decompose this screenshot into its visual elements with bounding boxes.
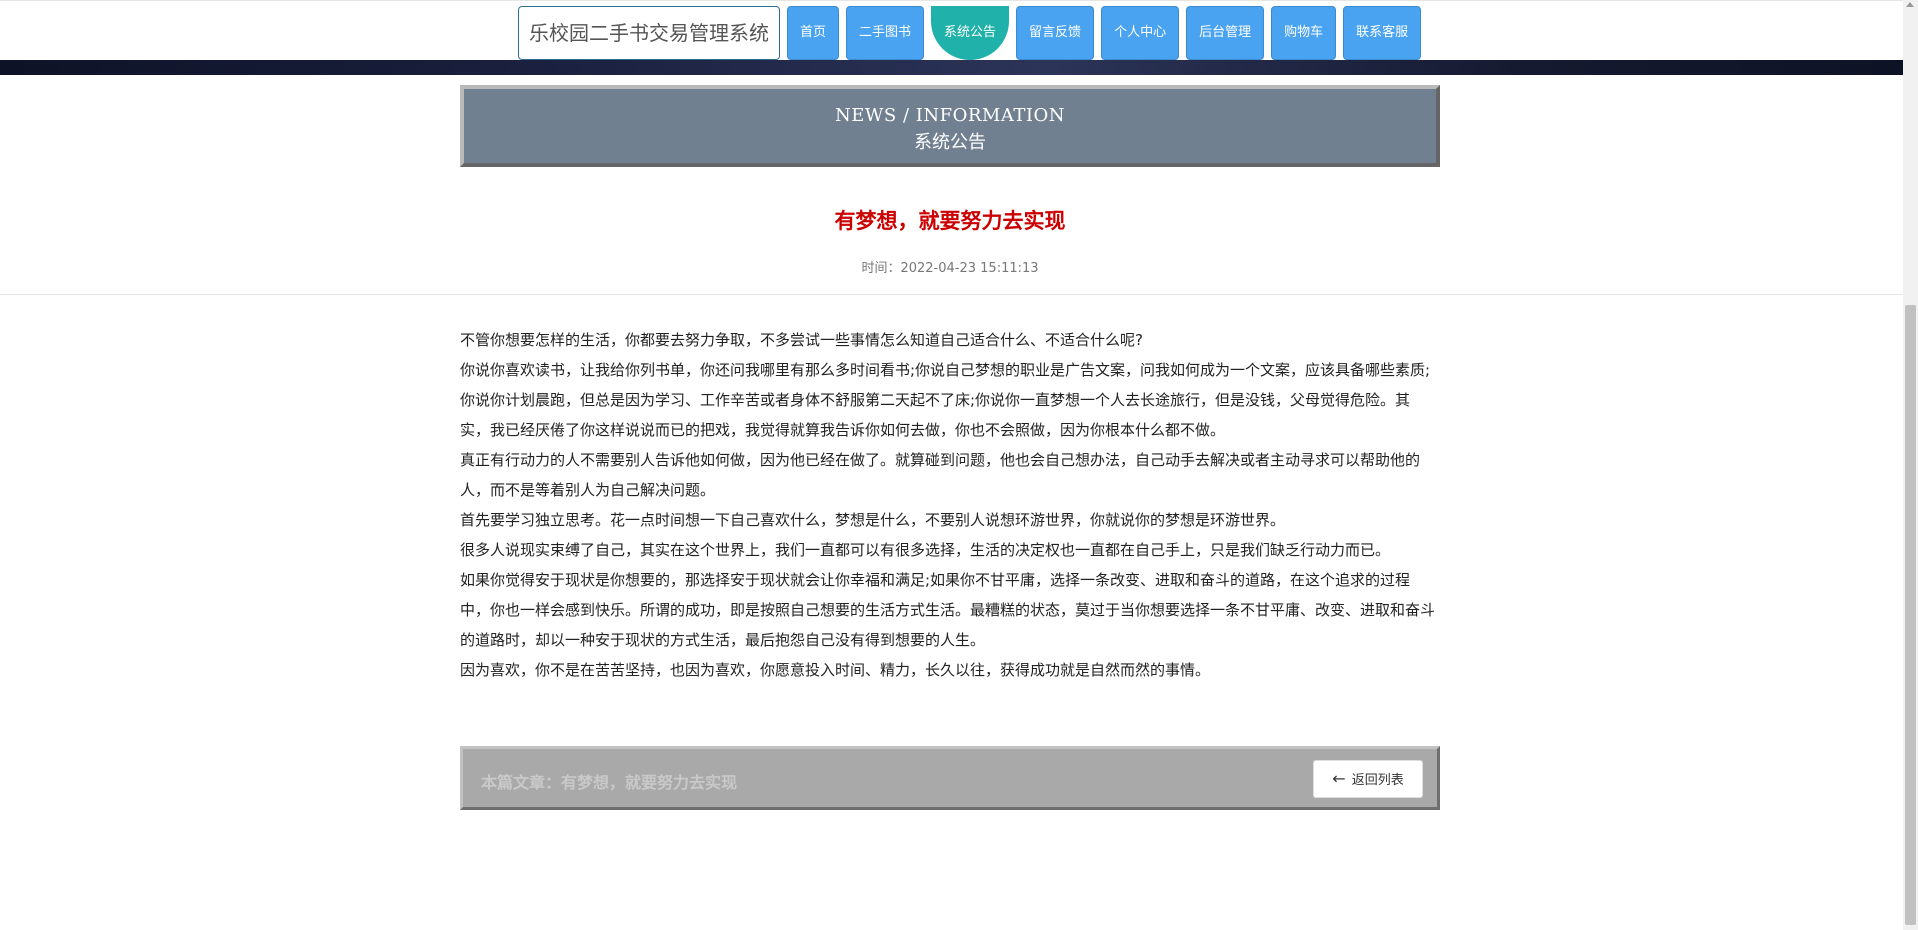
site-brand[interactable]: 乐校园二手书交易管理系统 bbox=[518, 6, 780, 60]
nav-profile[interactable]: 个人中心 bbox=[1101, 6, 1180, 60]
article-paragraph: 很多人说现实束缚了自己，其实在这个世界上，我们一直都可以有很多选择，生活的决定权… bbox=[460, 541, 1391, 559]
top-navbar: 乐校园二手书交易管理系统 首页 二手图书 系统公告 留言反馈 个人中心 后台管理… bbox=[0, 0, 1903, 60]
section-banner: NEWS / INFORMATION 系统公告 bbox=[460, 85, 1440, 167]
nav-cart[interactable]: 购物车 bbox=[1271, 6, 1337, 60]
main-nav: 首页 二手图书 系统公告 留言反馈 个人中心 后台管理 购物车 联系客服 bbox=[787, 6, 1422, 60]
hero-image-strip bbox=[0, 60, 1903, 75]
banner-title-zh: 系统公告 bbox=[914, 132, 986, 153]
scroll-up-arrow-icon[interactable] bbox=[1906, 2, 1914, 7]
back-to-list-label: 返回列表 bbox=[1351, 773, 1404, 788]
nav-home[interactable]: 首页 bbox=[787, 6, 840, 60]
scrollbar-thumb[interactable] bbox=[1905, 305, 1916, 925]
article-paragraph: 不管你想要怎样的生活，你都要去努力争取，不多尝试一些事情怎么知道自己适合什么、不… bbox=[460, 331, 1143, 349]
arrow-left-icon: ← bbox=[1332, 769, 1346, 788]
time-label: 时间： bbox=[861, 261, 901, 276]
divider bbox=[0, 294, 1903, 295]
article-content: 不管你想要怎样的生活，你都要去努力争取，不多尝试一些事情怎么知道自己适合什么、不… bbox=[460, 325, 1440, 685]
article-footer-bar: 本篇文章：有梦想，就要努力去实现 ← 返回列表 bbox=[460, 746, 1440, 810]
back-to-list-button[interactable]: ← 返回列表 bbox=[1313, 760, 1423, 798]
article-paragraph: 首先要学习独立思考。花一点时间想一下自己喜欢什么，梦想是什么，不要别人说想环游世… bbox=[460, 511, 1286, 529]
nav-support[interactable]: 联系客服 bbox=[1343, 6, 1422, 60]
nav-admin[interactable]: 后台管理 bbox=[1186, 6, 1265, 60]
article-title: 有梦想，就要努力去实现 bbox=[834, 209, 1066, 233]
article-paragraph: 真正有行动力的人不需要别人告诉他如何做，因为他已经在做了。就算碰到问题，他也会自… bbox=[460, 451, 1421, 499]
time-value: 2022-04-23 15:11:13 bbox=[900, 261, 1039, 276]
banner-title-en: NEWS / INFORMATION bbox=[835, 105, 1065, 126]
article-paragraph: 因为喜欢，你不是在苦苦坚持，也因为喜欢，你愿意投入时间、精力，长久以往，获得成功… bbox=[460, 661, 1211, 679]
nav-books[interactable]: 二手图书 bbox=[846, 6, 925, 60]
article-time: 时间：2022-04-23 15:11:13 bbox=[460, 257, 1440, 276]
current-article-label: 本篇文章：有梦想，就要努力去实现 bbox=[481, 773, 738, 792]
nav-announcements[interactable]: 系统公告 bbox=[931, 6, 1010, 60]
nav-feedback[interactable]: 留言反馈 bbox=[1016, 6, 1095, 60]
article-paragraph: 如果你觉得安于现状是你想要的，那选择安于现状就会让你幸福和满足;如果你不甘平庸，… bbox=[460, 571, 1436, 649]
article-paragraph: 你说你喜欢读书，让我给你列书单，你还问我哪里有那么多时间看书;你说自己梦想的职业… bbox=[460, 361, 1431, 439]
